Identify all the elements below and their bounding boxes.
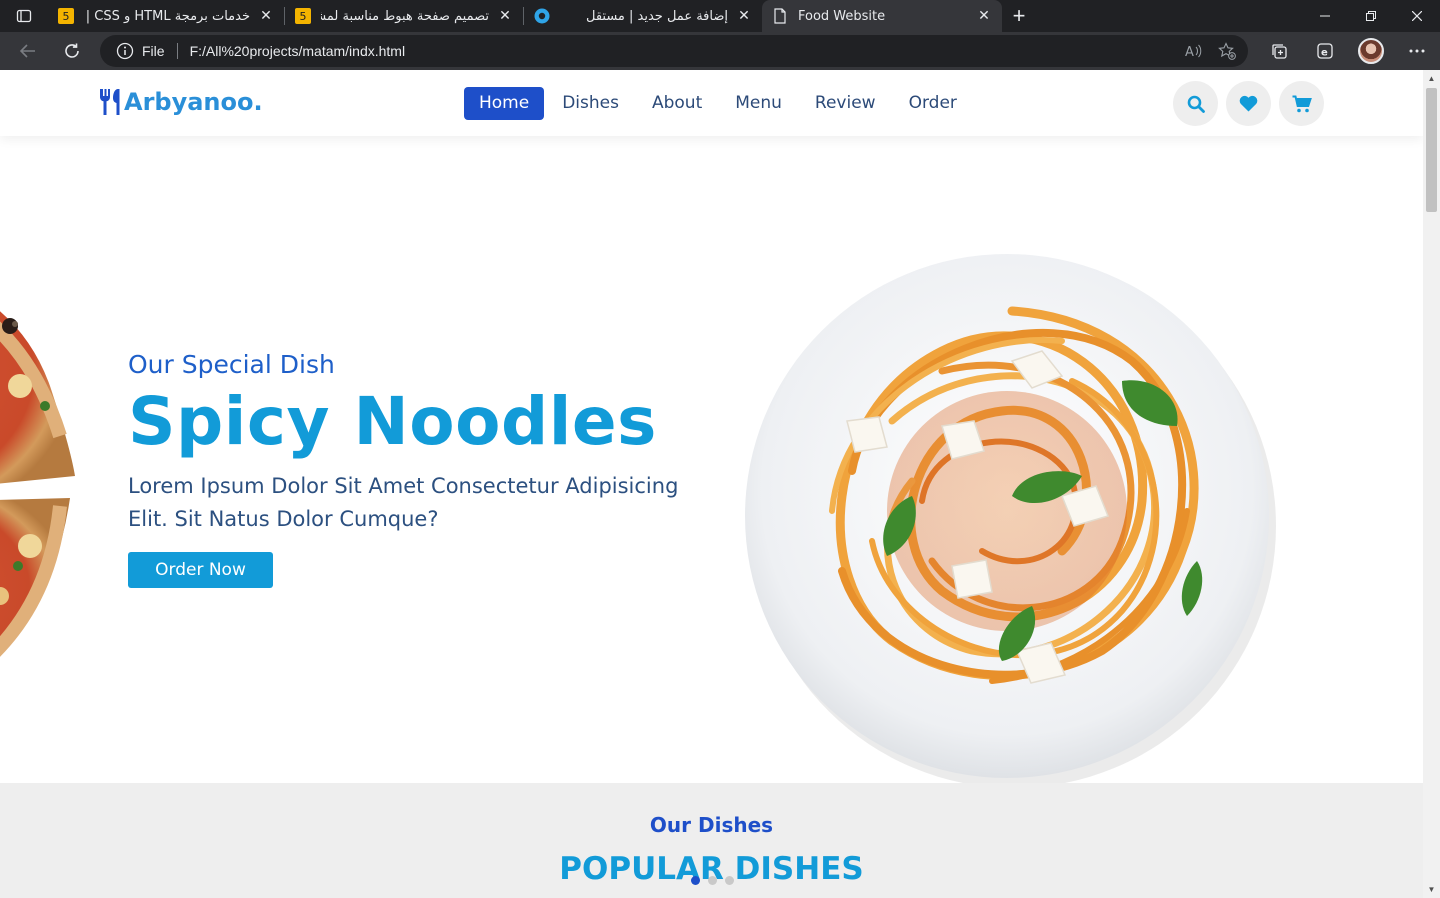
tab-title: إضافة عمل جديد | مستقل — [585, 8, 728, 24]
tab-actions-icon — [16, 9, 32, 23]
hero-subtitle: Our Special Dish — [128, 350, 335, 379]
nav-menu[interactable]: Menu — [720, 87, 797, 120]
browser-tab-2[interactable]: 5 تصميم صفحة هبوط مناسبة لمشروع ✕ — [285, 0, 523, 32]
close-window-button[interactable] — [1394, 0, 1440, 32]
browser-toolbar: e — [1256, 32, 1440, 70]
avatar — [1358, 38, 1384, 64]
nav-review[interactable]: Review — [800, 87, 891, 120]
new-tab-button[interactable]: + — [1002, 0, 1036, 32]
svg-text:e: e — [1321, 48, 1328, 59]
browser-tab-active[interactable]: Food Website ✕ — [762, 0, 1002, 32]
cart-button[interactable] — [1279, 81, 1324, 126]
nav-order[interactable]: Order — [894, 87, 972, 120]
arrow-left-icon — [19, 44, 35, 58]
nav-about[interactable]: About — [637, 87, 717, 120]
minimize-button[interactable] — [1302, 0, 1348, 32]
nav-home[interactable]: Home — [464, 87, 545, 120]
cart-icon — [1292, 95, 1312, 112]
tab-close-button[interactable]: ✕ — [976, 8, 992, 24]
close-icon — [1412, 11, 1422, 21]
nav-dishes[interactable]: Dishes — [547, 87, 634, 120]
slider-dot[interactable] — [708, 876, 717, 885]
svg-text:5: 5 — [63, 10, 70, 23]
mostaql-icon — [534, 8, 550, 24]
hero-description: Lorem Ipsum Dolor Sit Amet Consectetur A… — [128, 474, 679, 531]
section-subtitle: Our Dishes — [649, 813, 774, 837]
hero-content: Our Special Dish Spicy Noodles Lorem Ips… — [128, 350, 708, 588]
hsoub-5-icon: 5 — [58, 8, 74, 24]
tab-title: خدمات برمجة HTML و CSS | برمجة — [84, 8, 250, 24]
search-icon — [1187, 95, 1205, 113]
scroll-up-arrow-icon[interactable]: ▲ — [1423, 70, 1440, 87]
slider-dot[interactable] — [725, 876, 734, 885]
minimize-icon — [1320, 15, 1330, 17]
tab-close-button[interactable]: ✕ — [258, 8, 274, 24]
search-button[interactable] — [1173, 81, 1218, 126]
slider-pagination — [691, 876, 734, 885]
refresh-button[interactable] — [52, 35, 92, 67]
edge-ie-mode-button[interactable]: e — [1302, 32, 1348, 70]
info-icon[interactable] — [116, 42, 134, 60]
restore-button[interactable] — [1348, 0, 1394, 32]
url-divider — [176, 43, 178, 59]
collections-icon — [1272, 44, 1287, 59]
browser-essentials-icon: e — [1317, 43, 1333, 59]
settings-menu-button[interactable] — [1394, 32, 1440, 70]
spicy-noodles-image — [745, 254, 1276, 783]
more-icon — [1409, 49, 1425, 53]
slider-dot[interactable] — [691, 876, 700, 885]
header-actions — [1173, 81, 1324, 126]
profile-button[interactable] — [1348, 32, 1394, 70]
restore-icon — [1366, 11, 1376, 21]
back-button[interactable] — [8, 35, 48, 67]
tab-title: Food Website — [798, 8, 886, 24]
refresh-icon — [65, 43, 79, 58]
browser-tab-bar: 5 خدمات برمجة HTML و CSS | برمجة ✕ 5 تصم… — [0, 0, 1440, 32]
site-logo[interactable]: Arbyanoo. — [98, 88, 263, 116]
url-bar[interactable]: File F:/All%20projects/matam/indx.html A — [100, 35, 1248, 67]
pizza-image — [0, 311, 75, 657]
heart-icon — [1239, 95, 1258, 112]
hsoub-5-icon: 5 — [295, 8, 311, 24]
url-bar-actions: A — [1184, 42, 1248, 60]
site-header: Arbyanoo. Home Dishes About Menu Review … — [0, 70, 1423, 136]
hero-slide: Our Special Dish Spicy Noodles Lorem Ips… — [0, 136, 1423, 783]
tab-close-button[interactable]: ✕ — [497, 8, 513, 24]
browser-tab-3[interactable]: إضافة عمل جديد | مستقل ✕ — [524, 0, 762, 32]
page-viewport: Arbyanoo. Home Dishes About Menu Review … — [0, 70, 1423, 898]
main-nav: Home Dishes About Menu Review Order — [464, 87, 975, 120]
tab-title: تصميم صفحة هبوط مناسبة لمشروع — [321, 8, 489, 24]
scroll-down-arrow-icon[interactable]: ▼ — [1423, 881, 1440, 898]
logo-text: Arbyanoo. — [124, 88, 263, 116]
browser-address-bar: File F:/All%20projects/matam/indx.html A… — [0, 32, 1440, 70]
url-scheme-label: File — [142, 43, 165, 59]
read-aloud-icon[interactable]: A — [1184, 43, 1202, 59]
url-text[interactable]: F:/All%20projects/matam/indx.html — [190, 43, 406, 59]
svg-text:5: 5 — [300, 10, 307, 23]
wishlist-button[interactable] — [1226, 81, 1271, 126]
svg-text:A: A — [1185, 45, 1194, 59]
collections-button[interactable] — [1256, 32, 1302, 70]
tab-actions-button[interactable] — [0, 0, 48, 32]
window-controls — [1302, 0, 1440, 32]
page-scrollbar[interactable]: ▲ ▼ — [1423, 70, 1440, 898]
tab-close-button[interactable]: ✕ — [736, 8, 752, 24]
favorite-add-icon[interactable] — [1218, 42, 1236, 60]
utensils-icon — [100, 89, 120, 115]
hero-title: Spicy Noodles — [128, 383, 657, 460]
browser-tab-1[interactable]: 5 خدمات برمجة HTML و CSS | برمجة ✕ — [48, 0, 284, 32]
page-icon — [772, 8, 788, 24]
scrollbar-thumb[interactable] — [1426, 88, 1437, 212]
order-now-button[interactable]: Order Now — [128, 552, 273, 588]
